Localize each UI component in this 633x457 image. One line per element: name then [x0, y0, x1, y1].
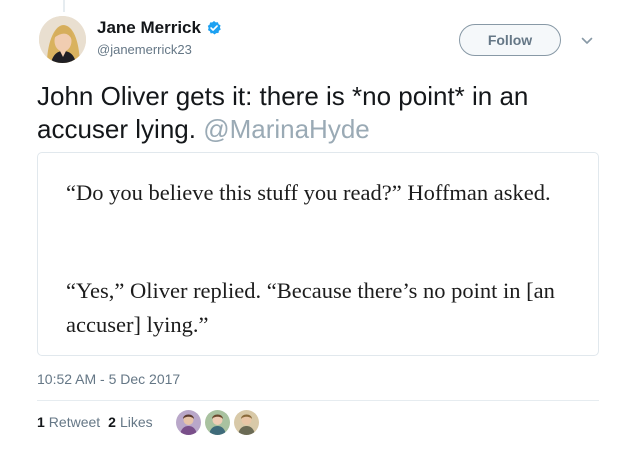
likes-stat[interactable]: 2 Likes — [108, 414, 152, 430]
quote-image-card[interactable]: “Do you believe this stuff you read?” Ho… — [37, 152, 599, 356]
tweet-text: John Oliver gets it: there is *no point*… — [37, 80, 607, 146]
retweets-stat[interactable]: 1 Retweet — [37, 414, 100, 430]
follow-button[interactable]: Follow — [459, 24, 561, 56]
like-count: 2 — [108, 414, 116, 430]
author-avatar[interactable] — [39, 16, 86, 63]
like-label: Likes — [119, 414, 153, 430]
liker-avatar[interactable] — [205, 410, 230, 435]
liker-avatars — [176, 410, 259, 435]
thread-connector-line — [63, 0, 65, 12]
engagement-stats: 1 Retweet 2 Likes — [37, 414, 161, 430]
divider — [37, 400, 599, 401]
verified-badge-icon — [206, 20, 222, 36]
author-name-row: Jane Merrick — [97, 18, 222, 38]
liker-avatar[interactable] — [176, 410, 201, 435]
tweet-timestamp[interactable]: 10:52 AM - 5 Dec 2017 — [37, 371, 180, 387]
author-display-name[interactable]: Jane Merrick — [97, 18, 201, 38]
retweet-count: 1 — [37, 414, 45, 430]
quote-paragraph: “Yes,” Oliver replied. “Because there’s … — [66, 278, 555, 337]
chevron-down-icon[interactable] — [580, 34, 594, 48]
author-handle[interactable]: @janemerrick23 — [97, 42, 192, 57]
mention-link[interactable]: @MarinaHyde — [203, 114, 370, 144]
quote-paragraph: “Do you believe this stuff you read?” Ho… — [66, 180, 551, 205]
liker-avatar[interactable] — [234, 410, 259, 435]
retweet-label: Retweet — [48, 414, 101, 430]
